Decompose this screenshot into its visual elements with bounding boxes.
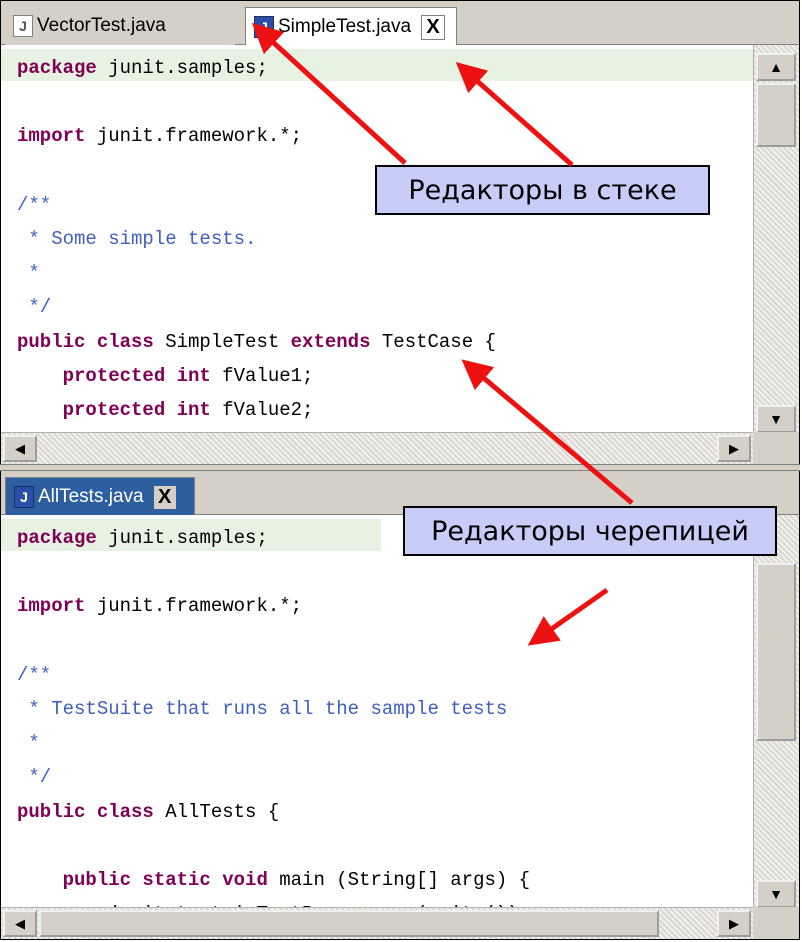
code-token: */: [17, 766, 52, 789]
scroll-left-button[interactable]: ◀: [3, 910, 37, 937]
code-line: */: [17, 290, 496, 324]
scrollbar-corner: [753, 432, 799, 464]
code-editor-alltests[interactable]: package junit.samples; import junit.fram…: [1, 515, 753, 908]
code-token: fValue1;: [210, 364, 314, 387]
code-token: main (String[] args) {: [267, 868, 531, 891]
close-icon[interactable]: X: [153, 485, 176, 509]
scroll-up-button[interactable]: ▲: [756, 53, 796, 81]
tab-label: AllTests.java: [38, 486, 144, 507]
tab-label: SimpleTest.java: [278, 16, 412, 37]
horizontal-scrollbar-thumb[interactable]: [39, 910, 659, 937]
tab-simpletest[interactable]: J SimpleTest.java X: [245, 7, 457, 46]
code-line: * TestSuite that runs all the sample tes…: [17, 692, 530, 726]
code-token: protected int: [62, 398, 211, 421]
callout-stacked-editors: Редакторы в стеке: [375, 165, 710, 215]
code-token: public class: [17, 330, 154, 353]
pane-splitter[interactable]: [0, 464, 800, 471]
code-line: package junit.samples;: [17, 51, 496, 85]
top-editor-pane: J VectorTest.java J SimpleTest.java X pa…: [1, 1, 799, 464]
code-token: junit.samples;: [96, 527, 268, 549]
code-token: * TestSuite that runs all the sample tes…: [17, 697, 508, 720]
code-line: protected int fValue1;: [17, 359, 496, 393]
close-icon[interactable]: X: [421, 14, 446, 40]
vertical-scrollbar[interactable]: ▲ ▼: [753, 45, 799, 433]
code-token: *: [17, 732, 40, 755]
code-token: junit.framework.*;: [85, 595, 303, 618]
code-token: */: [17, 296, 52, 319]
horizontal-scrollbar[interactable]: ◀ ▶: [1, 432, 753, 464]
code-token: public static void: [62, 868, 268, 891]
code-token: *: [17, 262, 40, 285]
code-line: *: [17, 256, 496, 290]
code-token: * Some simple tests.: [17, 227, 257, 250]
code-token: import: [17, 595, 86, 618]
scroll-down-button[interactable]: ▼: [756, 405, 796, 433]
code-line: /**: [17, 658, 530, 692]
code-line: *: [17, 726, 530, 760]
scrollbar-corner: [753, 907, 799, 939]
code-token: AllTests {: [153, 800, 280, 823]
top-tab-bar: J VectorTest.java J SimpleTest.java X: [1, 1, 799, 46]
scroll-left-button[interactable]: ◀: [3, 435, 37, 462]
horizontal-scrollbar[interactable]: ◀ ▶: [1, 907, 753, 939]
source-code: package junit.samples; import junit.fram…: [17, 521, 530, 908]
code-token: junit.samples;: [96, 57, 268, 79]
code-line: */: [17, 760, 530, 794]
code-token: SimpleTest: [153, 330, 291, 353]
scroll-right-button[interactable]: ▶: [717, 435, 751, 462]
scrollbar-thumb[interactable]: [756, 563, 796, 741]
tab-vectortest[interactable]: J VectorTest.java: [5, 7, 235, 45]
java-file-icon: J: [14, 486, 34, 508]
code-token: extends: [290, 330, 371, 353]
vertical-scrollbar[interactable]: ▼: [753, 515, 799, 908]
code-token: fValue2;: [210, 398, 314, 421]
code-editor-simpletest[interactable]: package junit.samples; import junit.fram…: [1, 45, 753, 433]
source-code: package junit.samples; import junit.fram…: [17, 51, 496, 433]
code-line: import junit.framework.*;: [17, 119, 496, 153]
code-line: public class SimpleTest extends TestCase…: [17, 325, 496, 359]
tab-label: VectorTest.java: [37, 15, 166, 36]
code-token: package: [17, 527, 97, 549]
code-token: junit.framework.*;: [85, 125, 303, 148]
tab-alltests[interactable]: J AllTests.java X: [5, 477, 195, 516]
code-line: import junit.framework.*;: [17, 589, 530, 623]
code-token: /**: [17, 193, 52, 216]
code-token: public class: [17, 800, 154, 823]
code-token: /**: [17, 663, 52, 686]
code-line: public class AllTests {: [17, 795, 530, 829]
scroll-right-button[interactable]: ▶: [717, 910, 751, 937]
code-token: import: [17, 125, 86, 148]
java-file-icon: J: [254, 16, 274, 38]
code-line: public static void main (String[] args) …: [17, 863, 530, 897]
code-token: protected int: [62, 364, 211, 387]
callout-tiled-editors: Редакторы черепицей: [403, 506, 777, 556]
java-file-icon: J: [13, 15, 33, 37]
code-line: protected int fValue2;: [17, 393, 496, 427]
code-token: package: [17, 57, 97, 79]
code-token: TestCase {: [370, 330, 496, 353]
code-line: * Some simple tests.: [17, 222, 496, 256]
scroll-down-button[interactable]: ▼: [756, 880, 796, 908]
scrollbar-thumb[interactable]: [756, 83, 796, 147]
